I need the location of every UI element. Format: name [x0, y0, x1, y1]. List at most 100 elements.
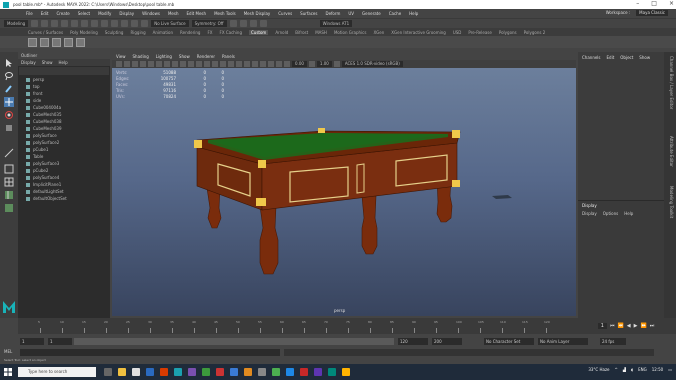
viewport-menu-show[interactable]: Show [179, 54, 190, 59]
paint-select-icon[interactable] [4, 84, 14, 94]
pool-table-model[interactable] [112, 68, 576, 316]
outliner-item[interactable]: Cube004004a [18, 104, 110, 111]
outliner-item[interactable]: front [18, 90, 110, 97]
taskbar-search-input[interactable]: Type here to search [18, 367, 96, 377]
shelf-tab[interactable]: Polygons 2 [524, 30, 546, 35]
textured-icon[interactable] [228, 61, 234, 67]
outliner-item[interactable]: pCube2 [18, 167, 110, 174]
viewport-menu-view[interactable]: View [116, 54, 126, 59]
outliner-item[interactable]: CubeMesh039 [18, 125, 110, 132]
anim-start-field[interactable]: 1 [20, 338, 44, 345]
gate-mask-icon[interactable] [172, 61, 178, 67]
live-surface-field[interactable]: No Live Surface [151, 20, 189, 27]
step-forward-icon[interactable]: ⏩ [640, 323, 646, 329]
menuset-select[interactable]: Modeling [4, 20, 29, 27]
time-slider[interactable]: 5 10 15 20 25 30 35 40 45 50 55 60 65 70… [18, 318, 576, 334]
app-icon[interactable] [202, 368, 210, 376]
shadows-icon[interactable] [244, 61, 250, 67]
four-view-icon[interactable] [4, 177, 14, 187]
shelf-tab[interactable]: Animation [153, 30, 173, 35]
shelf-tab[interactable]: Arnold [275, 30, 288, 35]
channelbox-menu-show[interactable]: Show [639, 55, 650, 60]
outliner-item[interactable]: defaultObjectSet [18, 195, 110, 202]
menu-help[interactable]: Help [409, 11, 418, 16]
shelf-tab[interactable]: FX [207, 30, 212, 35]
app-icon[interactable] [188, 368, 196, 376]
channelbox-menu-channels[interactable]: Channels [582, 55, 601, 60]
app-icon[interactable] [244, 368, 252, 376]
viewport-menu-lighting[interactable]: Lighting [156, 54, 172, 59]
outliner-item[interactable]: top [18, 83, 110, 90]
shelf-tool-icon[interactable] [64, 37, 73, 47]
open-scene-icon[interactable] [41, 20, 49, 27]
character-set-select[interactable]: No Character Set [484, 338, 534, 345]
menu-uv[interactable]: UV [348, 11, 354, 16]
menu-display[interactable]: Display [119, 11, 134, 16]
default-material-icon[interactable] [212, 61, 218, 67]
office-icon[interactable] [160, 368, 168, 376]
app-icon[interactable] [258, 368, 266, 376]
go-to-end-icon[interactable]: ⏭ [650, 323, 655, 329]
layer-menu-options[interactable]: Options [603, 211, 618, 216]
user-account[interactable]: Windows AT1 [319, 20, 353, 27]
lights-icon[interactable] [236, 61, 242, 67]
outliner-item[interactable]: pCube1 [18, 146, 110, 153]
render-icon[interactable] [229, 20, 237, 27]
menu-mesh-tools[interactable]: Mesh Tools [214, 11, 236, 16]
play-forward-icon[interactable]: ▶ [634, 323, 638, 329]
maximize-button[interactable]: □ [651, 0, 657, 7]
shelf-tab[interactable]: Rigging [130, 30, 145, 35]
menu-mesh-display[interactable]: Mesh Display [244, 11, 271, 16]
viewport-menu-shading[interactable]: Shading [133, 54, 149, 59]
shelf-tab[interactable]: Poly Modeling [70, 30, 98, 35]
shelf-tab[interactable]: Polygons [499, 30, 517, 35]
outliner-item[interactable]: persp [18, 76, 110, 83]
symmetry-select[interactable]: Symmetry: Off [191, 20, 227, 27]
shelf-tab[interactable]: USD [453, 30, 462, 35]
outliner-menu-display[interactable]: Display [21, 60, 36, 65]
isolate-select-icon[interactable] [276, 61, 282, 67]
single-view-icon[interactable] [4, 164, 14, 174]
outliner-item[interactable]: polySurface4 [18, 174, 110, 181]
menu-modify[interactable]: Modify [98, 11, 111, 16]
playback-end-field[interactable]: 120 [398, 338, 428, 345]
app-icon[interactable] [230, 368, 238, 376]
outliner-item[interactable]: polySurface3 [18, 160, 110, 167]
shelf-tab[interactable]: FX Caching [220, 30, 242, 35]
menu-cache[interactable]: Cache [389, 11, 401, 16]
range-slider[interactable] [74, 338, 394, 345]
outliner-item[interactable]: defaultLightSet [18, 188, 110, 195]
perspective-viewport[interactable]: Verts: 51088 0 0 Edges: 100757 0 0 Faces: 49831… [112, 68, 576, 316]
layer-menu-help[interactable]: Help [624, 211, 633, 216]
go-to-start-icon[interactable]: ⏮ [610, 323, 615, 329]
anim-end-field[interactable]: 200 [432, 338, 462, 345]
menu-surfaces[interactable]: Surfaces [300, 11, 317, 16]
mel-label[interactable]: MEL [4, 349, 12, 354]
view-transform-select[interactable]: ACES 1.0 SDR-video (sRGB) [341, 61, 403, 67]
step-back-icon[interactable]: ⏪ [618, 323, 624, 329]
shelf-tab[interactable]: Rendering [180, 30, 200, 35]
outliner-item[interactable]: polySurface2 [18, 139, 110, 146]
app-icon[interactable] [286, 368, 294, 376]
playback-start-field[interactable]: 1 [48, 338, 72, 345]
shelf-tab-custom[interactable]: Custom [249, 29, 269, 35]
outliner-persp-icon[interactable] [4, 190, 14, 200]
smooth-shade-icon[interactable] [204, 61, 210, 67]
last-tool-icon[interactable] [4, 148, 14, 158]
anti-aliasing-icon[interactable] [268, 61, 274, 67]
outliner-item[interactable]: CubeMesh038 [18, 118, 110, 125]
safe-action-icon[interactable] [188, 61, 194, 67]
app-icon[interactable] [216, 368, 224, 376]
rotate-tool-icon[interactable] [4, 110, 14, 120]
snap-point-icon[interactable] [131, 20, 139, 27]
menu-curves[interactable]: Curves [278, 11, 292, 16]
ipr-render-icon[interactable] [239, 20, 247, 27]
layout-icon[interactable] [4, 203, 14, 213]
gamma-icon[interactable] [308, 61, 315, 67]
select-hierarchy-icon[interactable] [81, 20, 89, 27]
shelf-tool-icon[interactable] [76, 37, 85, 47]
network-icon[interactable]: ▟ [623, 367, 626, 372]
maya-taskbar-icon[interactable] [174, 368, 182, 376]
field-chart-icon[interactable] [180, 61, 186, 67]
clock[interactable]: 12:50 [652, 367, 664, 372]
